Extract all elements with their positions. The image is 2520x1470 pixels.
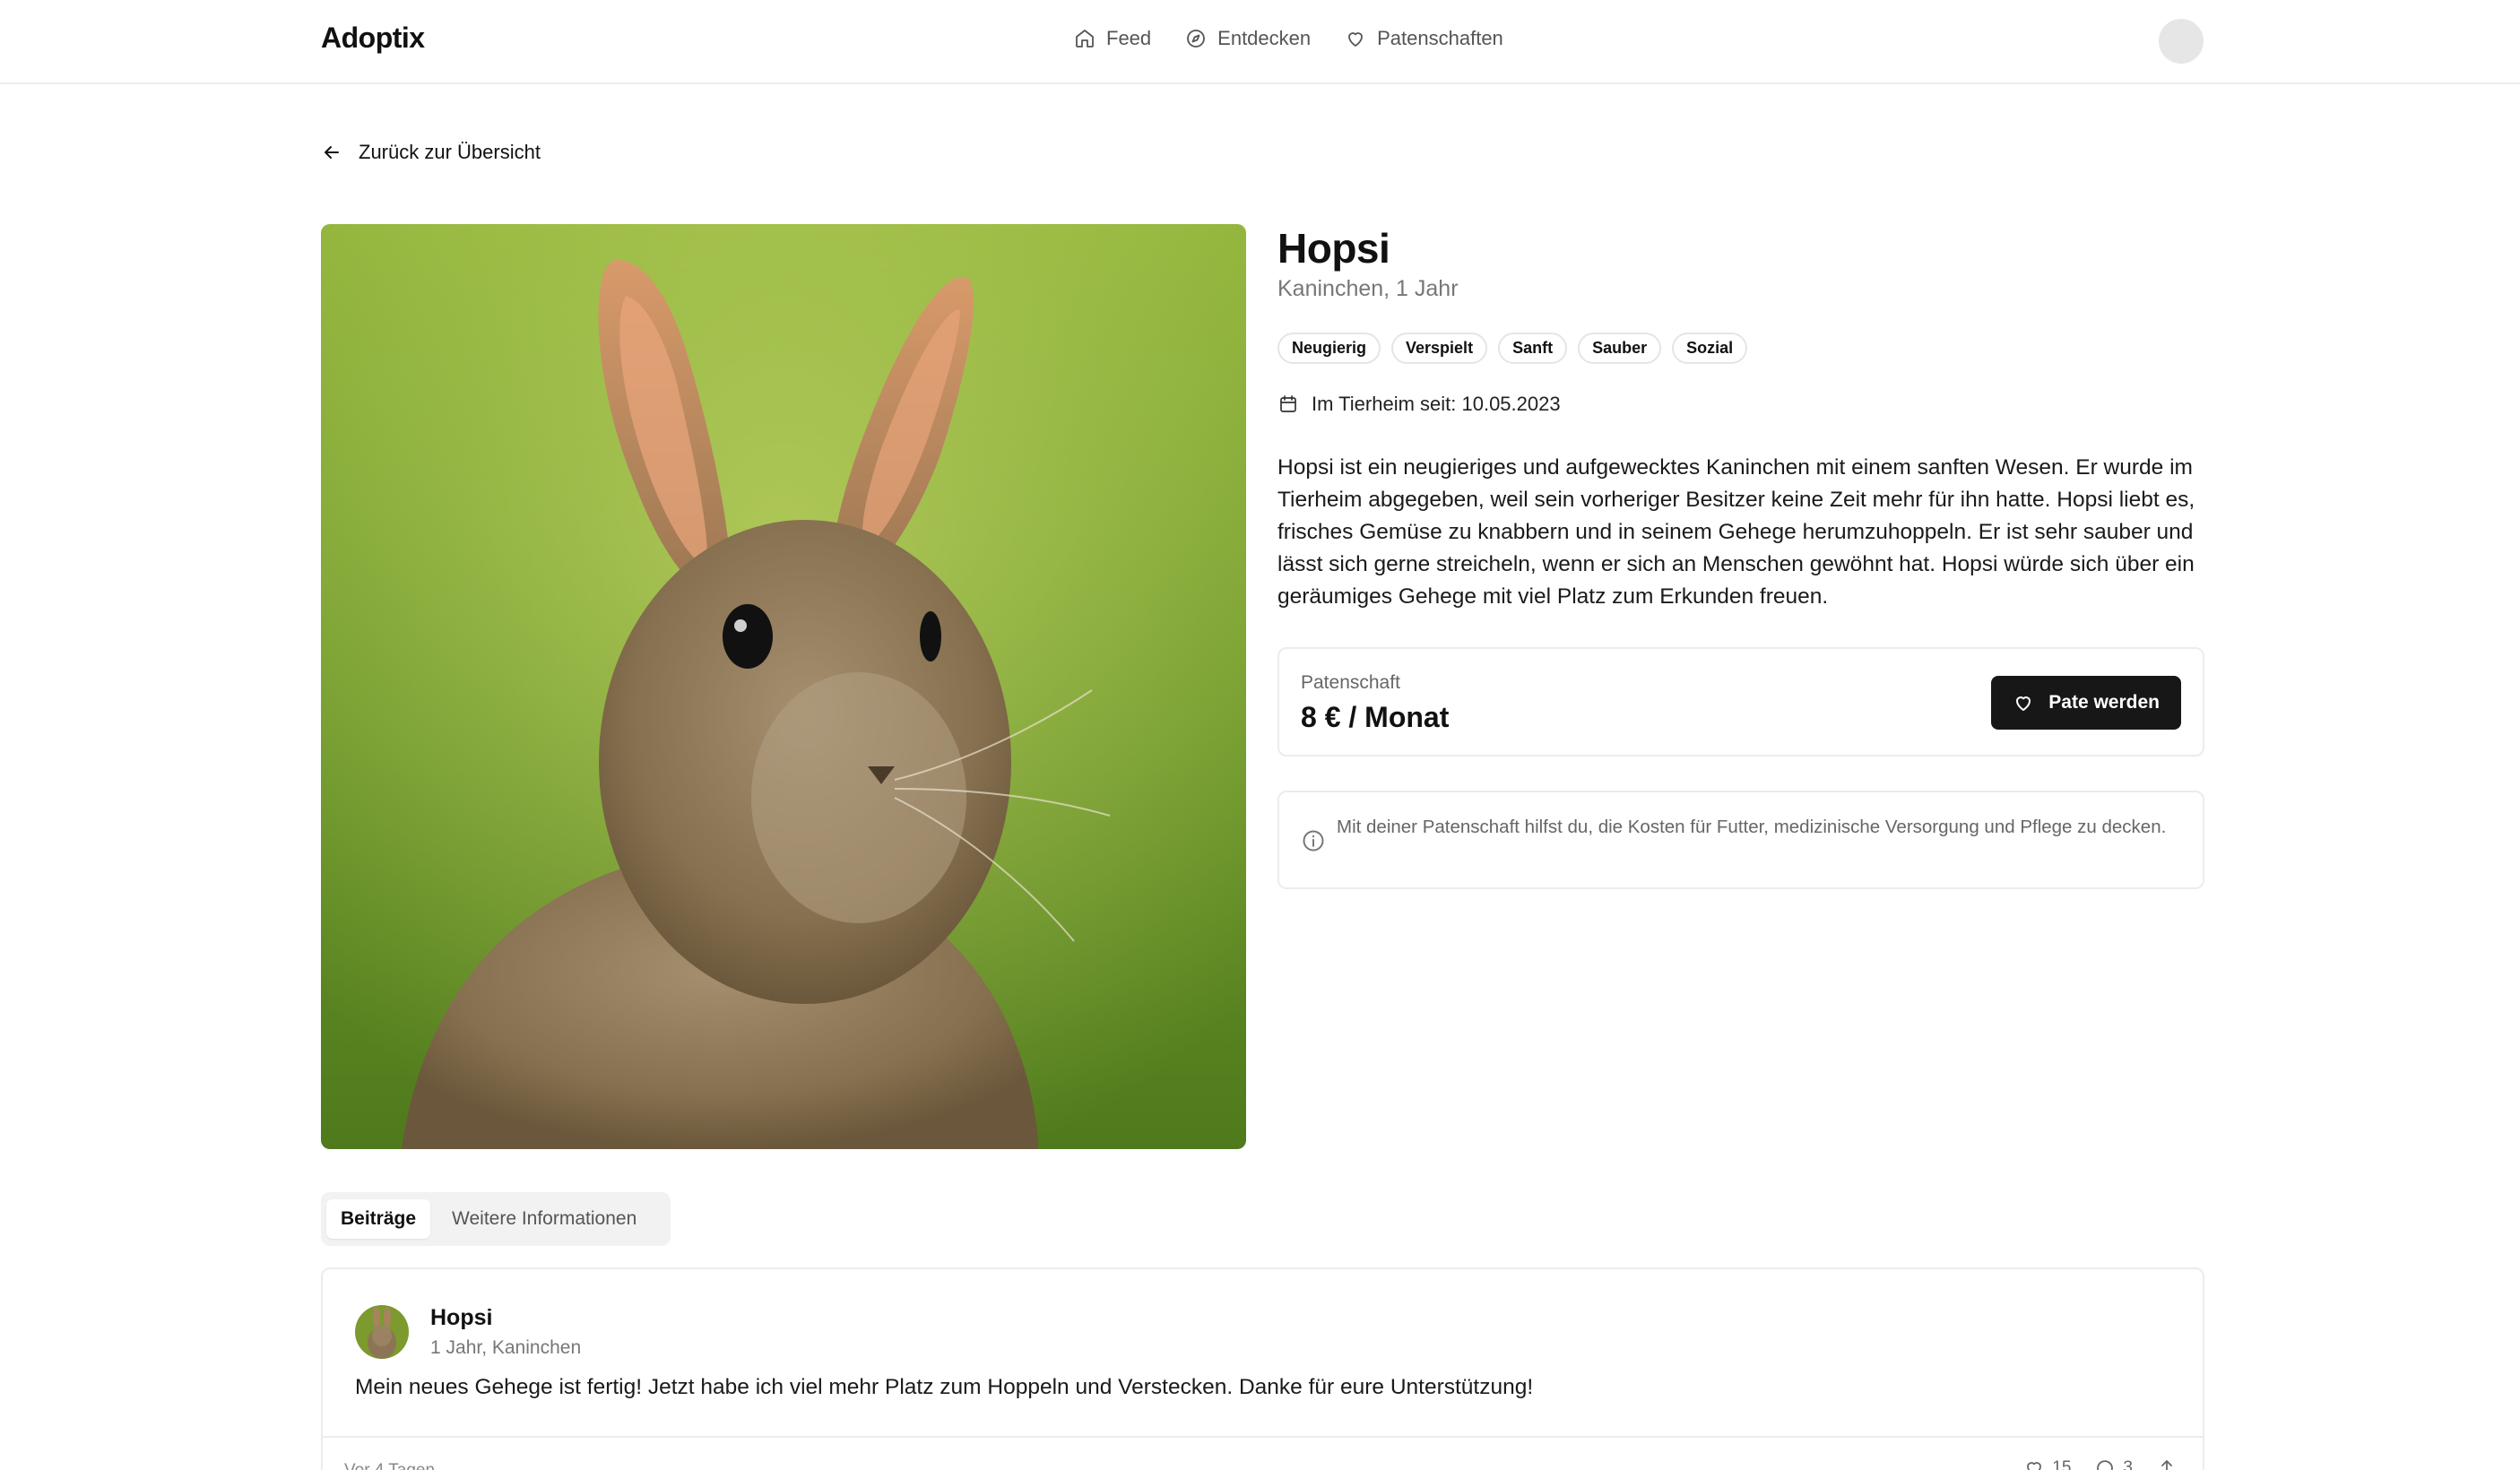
animal-description: Hopsi ist ein neugieriges und aufgeweckt… xyxy=(1277,455,2195,609)
sponsorship-card: Patenschaft 8 € / Monat Pate werden xyxy=(1277,647,2204,757)
like-button[interactable]: 15 xyxy=(2023,1457,2071,1470)
post-actions: 15 3 xyxy=(2023,1457,2178,1470)
nav-item-feed[interactable]: Feed xyxy=(1074,27,1151,50)
post-time: Vor 4 Tagen xyxy=(344,1461,435,1470)
share-icon xyxy=(2161,1460,2172,1470)
top-header: Adoptix Feed Entdecken Patenschaften xyxy=(0,0,2520,84)
trait-tag: Neugierig xyxy=(1277,333,1381,364)
user-avatar[interactable] xyxy=(2159,19,2204,64)
heart-icon xyxy=(2016,696,2031,711)
post-author[interactable]: Hopsi xyxy=(430,1305,492,1331)
nav-label: Patenschaften xyxy=(1377,27,1503,49)
sponsorship-info-text: Mit deiner Patenschaft hilfst du, die Ko… xyxy=(1337,817,2167,837)
tab-beitraege[interactable]: Beiträge xyxy=(326,1199,431,1239)
sponsorship-price: 8 € / Monat xyxy=(1301,701,1450,733)
shelter-since-text: Im Tierheim seit: 10.05.2023 xyxy=(1312,393,1561,415)
animal-photo xyxy=(321,224,1246,1149)
home-icon xyxy=(1076,30,1094,48)
post-card: Hopsi 1 Jahr, Kaninchen Mein neues Geheg… xyxy=(321,1267,2204,1470)
heart-icon xyxy=(2027,1462,2042,1470)
trait-tag: Sozial xyxy=(1672,333,1748,364)
post-divider xyxy=(323,1436,2203,1438)
comment-count: 3 xyxy=(2123,1458,2133,1470)
compass-icon xyxy=(1187,30,1206,48)
heart-icon xyxy=(1348,32,1364,47)
post-text: Mein neues Gehege ist fertig! Jetzt habe… xyxy=(355,1375,1534,1399)
nav-item-entdecken[interactable]: Entdecken xyxy=(1185,27,1311,50)
nav-item-patenschaften[interactable]: Patenschaften xyxy=(1345,27,1503,50)
shelter-since: Im Tierheim seit: 10.05.2023 xyxy=(1277,393,2204,416)
tab-weitere-informationen[interactable]: Weitere Informationen xyxy=(437,1199,651,1239)
nav-label: Entdecken xyxy=(1217,27,1312,49)
trait-tags: Neugierig Verspielt Sanft Sauber Sozial xyxy=(1277,333,2204,364)
trait-tag: Sauber xyxy=(1578,333,1662,364)
like-count: 15 xyxy=(2052,1458,2072,1470)
animal-name: Hopsi xyxy=(1277,225,1390,272)
content-tabs: Beiträge Weitere Informationen xyxy=(321,1192,671,1246)
animal-subtitle: Kaninchen, 1 Jahr xyxy=(1277,276,1459,301)
nav-label: Feed xyxy=(1106,27,1152,49)
share-button[interactable] xyxy=(2156,1457,2178,1470)
calendar-icon xyxy=(1280,395,1296,412)
post-avatar[interactable] xyxy=(355,1305,409,1359)
become-sponsor-label: Pate werden xyxy=(2048,692,2160,713)
trait-tag: Verspielt xyxy=(1391,333,1488,364)
app-logo[interactable]: Adoptix xyxy=(321,22,425,55)
sponsorship-label: Patenschaft xyxy=(1301,672,1400,693)
post-meta: 1 Jahr, Kaninchen xyxy=(430,1337,582,1358)
back-label: Zurück zur Übersicht xyxy=(359,141,541,163)
arrow-left-icon xyxy=(325,146,339,159)
main-nav: Feed Entdecken Patenschaften xyxy=(1074,27,1503,50)
comment-button[interactable]: 3 xyxy=(2094,1457,2133,1470)
back-link[interactable]: Zurück zur Übersicht xyxy=(321,141,541,164)
comment-icon xyxy=(2097,1460,2114,1470)
trait-tag: Sanft xyxy=(1498,333,1568,364)
info-icon xyxy=(1303,830,1324,852)
sponsorship-info: Mit deiner Patenschaft hilfst du, die Ko… xyxy=(1277,791,2204,889)
animal-details: Hopsi Kaninchen, 1 Jahr Neugierig Verspi… xyxy=(1277,224,2204,889)
become-sponsor-button[interactable]: Pate werden xyxy=(1991,676,2181,730)
